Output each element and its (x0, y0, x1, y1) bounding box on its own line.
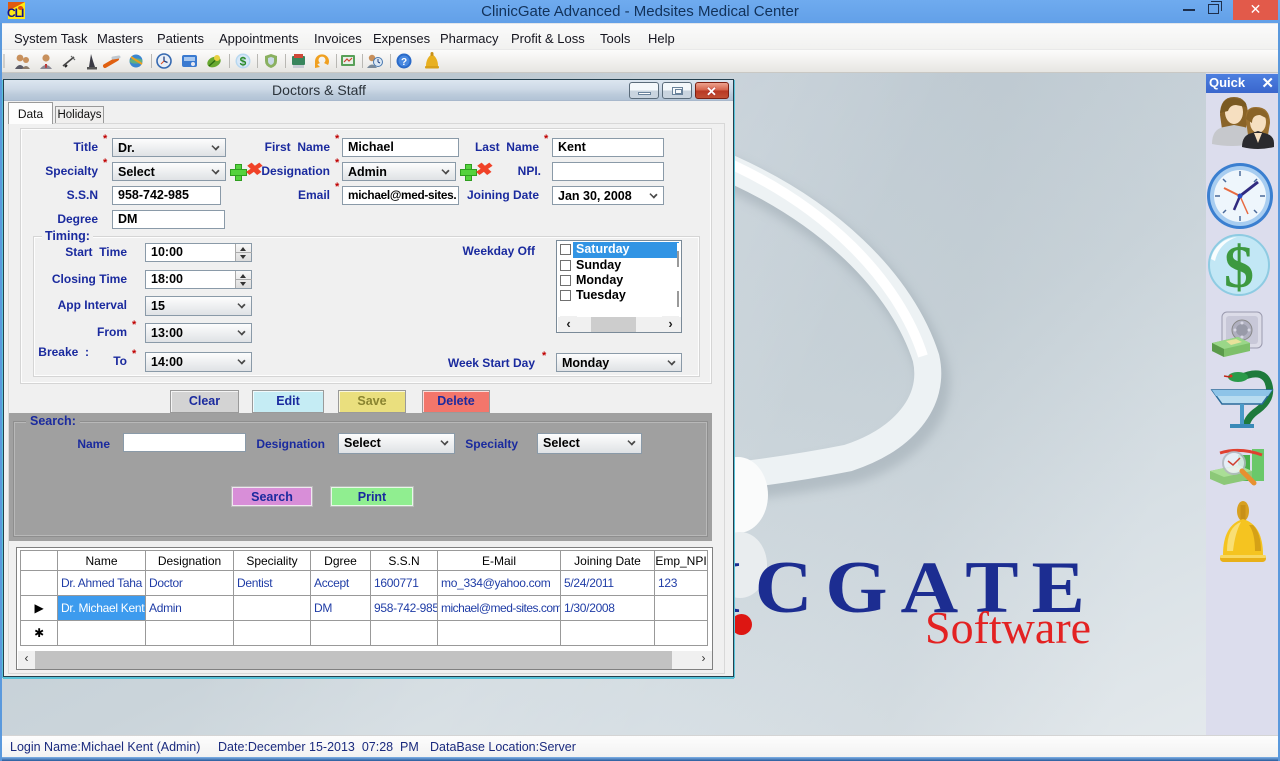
svg-text:?: ? (401, 57, 407, 68)
svg-text:$: $ (1224, 234, 1254, 300)
svg-text:$: $ (240, 55, 247, 69)
